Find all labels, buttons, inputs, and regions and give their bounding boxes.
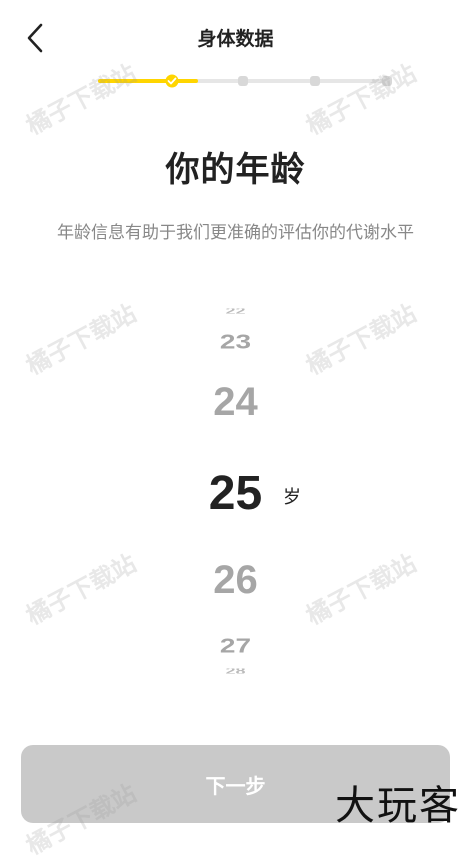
question-description: 年龄信息有助于我们更准确的评估你的代谢水平: [57, 223, 414, 243]
picker-option-28[interactable]: 28: [0, 669, 471, 674]
progress-stepper: [0, 72, 471, 90]
picker-option-27[interactable]: 27: [0, 634, 471, 657]
picker-option-26[interactable]: 26: [0, 558, 471, 603]
age-picker-wheel[interactable]: 22 23 24 25 26 27 28: [0, 300, 471, 680]
step-1-complete-icon: [165, 74, 179, 88]
step-4-marker: [382, 76, 392, 86]
page-title: 身体数据: [197, 28, 274, 50]
picker-option-24[interactable]: 24: [0, 380, 471, 425]
age-unit-label: 岁: [283, 487, 301, 508]
step-3-marker: [310, 76, 320, 86]
header: 身体数据: [0, 0, 471, 76]
picker-option-22[interactable]: 22: [0, 309, 471, 314]
picker-option-23[interactable]: 23: [0, 330, 471, 353]
next-button[interactable]: 下一步: [21, 745, 450, 823]
picker-option-25-selected[interactable]: 25: [0, 466, 471, 521]
next-button-label: 下一步: [205, 773, 266, 798]
step-2-marker: [238, 76, 248, 86]
question-heading: 你的年龄: [165, 150, 306, 190]
